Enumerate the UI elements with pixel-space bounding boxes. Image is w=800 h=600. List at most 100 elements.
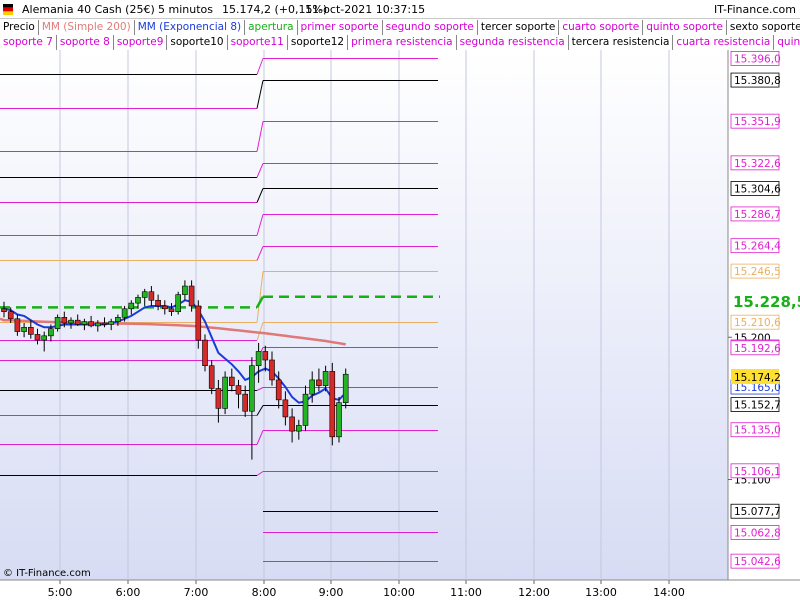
candle-body-43 [289, 416, 295, 432]
legend-item-r1-8[interactable]: quinto soporte [643, 20, 727, 35]
datetime-label: 11-oct-2021 10:37:15 [305, 3, 426, 16]
plot-area [0, 50, 728, 580]
candle-body-48 [322, 371, 329, 386]
candle-body-16 [108, 321, 114, 325]
candle-body-12 [81, 321, 88, 325]
x-tick-label-6: 11:00 [450, 586, 482, 599]
open-price-tag: 15.228,5 [733, 293, 800, 311]
candle-body-22 [148, 291, 155, 301]
price-tag-label-5: 15.304,6 [734, 183, 781, 195]
candle-body-10 [68, 319, 74, 324]
candle-body-32 [215, 388, 222, 409]
candle-body-28 [188, 285, 195, 307]
legend-row-2: soporte 7 soporte 8 soporte9 soporte10 sopor… [0, 35, 800, 50]
legend-item-r1-2[interactable]: MM (Exponencial 8) [134, 20, 246, 35]
candle-body-49 [329, 371, 336, 438]
legend-item-r1-9[interactable]: sexto soporte [726, 20, 800, 35]
title-bar: Alemania 40 Cash (25€) 5 minutos 15.174,… [0, 0, 800, 19]
legend-item-r1-3[interactable]: apertura [245, 20, 298, 35]
legend-item-r2-9[interactable]: cuarta resistencia [673, 35, 775, 50]
candle-body-15 [101, 322, 108, 325]
x-tick-label-8: 13:00 [585, 586, 617, 599]
legend-item-r2-7[interactable]: segunda resistencia [456, 35, 569, 50]
candle-body-20 [135, 297, 141, 304]
price-tag-label-13: 15.152,7 [734, 400, 781, 412]
legend-item-r2-6[interactable]: primera resistencia [348, 35, 457, 50]
instrument-name: Alemania 40 Cash (25€) [22, 3, 155, 16]
x-tick-label-3: 8:00 [252, 586, 277, 599]
candle-body-35 [235, 385, 242, 395]
legend-item-r2-5[interactable]: soporte12 [287, 35, 349, 50]
price-tag-label-8: 15.246,5 [734, 266, 781, 278]
candle-body-5 [34, 334, 41, 341]
candle-body-33 [222, 376, 228, 409]
candle-body-14 [95, 322, 101, 327]
x-tick-label-0: 5:00 [48, 586, 73, 599]
candle-body-23 [155, 299, 161, 307]
legend-item-r2-3[interactable]: soporte10 [167, 35, 228, 50]
candle-body-21 [141, 291, 148, 298]
candle-body-34 [229, 376, 235, 386]
legend-item-r2-8[interactable]: tercera resistencia [568, 35, 674, 50]
candle-body-9 [61, 317, 68, 324]
legend-item-r2-0[interactable]: soporte 7 [0, 35, 57, 50]
candle-body-24 [162, 305, 168, 310]
candle-body-18 [121, 308, 128, 318]
price-tag-label-17: 15.062,8 [734, 527, 781, 539]
x-tick-label-1: 6:00 [116, 586, 141, 599]
x-tick-label-4: 9:00 [319, 586, 344, 599]
price-tag-label-3: 15.351,9 [734, 116, 781, 128]
legend-item-r2-10[interactable]: quinta resistencia [774, 35, 800, 50]
candle-body-11 [74, 319, 81, 325]
candle-body-13 [88, 321, 94, 327]
candle-body-45 [302, 393, 309, 426]
candle-body-41 [275, 379, 282, 401]
legend-item-r2-2[interactable]: soporte9 [113, 35, 168, 50]
candle-body-27 [182, 285, 188, 295]
legend-item-r1-1[interactable]: MM (Simple 200) [38, 20, 135, 35]
legend-item-r2-1[interactable]: soporte 8 [56, 35, 114, 50]
legend-item-r1-0[interactable]: Precio [0, 20, 39, 35]
candle-body-36 [242, 393, 248, 412]
price-tag-label-18: 15.042,6 [734, 556, 781, 568]
price-tag-label-2: 15.380,8 [734, 75, 781, 87]
candle-body-50 [336, 402, 342, 438]
legend-row-1: Precio MM (Simple 200) MM (Exponencial 8) a… [0, 20, 800, 35]
legend-item-r1-5[interactable]: segundo soporte [382, 20, 478, 35]
price-tag-label-7: 15.264,4 [734, 241, 781, 253]
legend-item-r1-7[interactable]: cuarto soporte [559, 20, 644, 35]
candle-body-17 [115, 317, 121, 322]
x-tick-label-9: 14:00 [653, 586, 685, 599]
legend-item-r1-6[interactable]: tercer soporte [477, 20, 560, 35]
legend-item-r2-4[interactable]: soporte11 [227, 35, 288, 50]
candle-body-4 [27, 326, 34, 335]
price-tag-label-6: 15.286,7 [734, 209, 781, 221]
chart-canvas: 5:00 6:00 7:00 8:00 9:00 10:00 11:00 12:00 13:00… [0, 20, 800, 600]
candle-body-19 [128, 302, 135, 310]
candle-body-37 [249, 365, 255, 412]
candle-body-46 [309, 379, 316, 395]
germany-flag-icon [3, 4, 13, 15]
candle-body-47 [316, 379, 322, 386]
candle-body-0 [1, 308, 7, 312]
candle-body-2 [14, 318, 21, 332]
candle-body-31 [208, 365, 215, 389]
candle-body-7 [48, 328, 54, 337]
candle-body-8 [54, 317, 61, 330]
price-tag-label-4: 15.322,6 [734, 158, 781, 170]
candle-body-30 [202, 339, 208, 367]
x-tick-label-5: 10:00 [383, 586, 415, 599]
candle-body-3 [21, 326, 27, 332]
x-tick-label-2: 7:00 [184, 586, 209, 599]
x-tick-label-7: 12:00 [518, 586, 550, 599]
price-tag-label-16: 15.077,7 [734, 506, 781, 518]
timeframe-label: 5 minutos [158, 3, 213, 16]
price-tag-label-11: 15.192,6 [734, 343, 781, 355]
candle-body-1 [7, 311, 14, 320]
candle-body-44 [295, 425, 302, 432]
candle-body-42 [282, 399, 289, 418]
brand-label: IT-Finance.com [714, 3, 796, 16]
candle-body-38 [255, 351, 262, 367]
price-tag-label-15: 15.106,1 [734, 466, 781, 478]
legend-item-r1-4[interactable]: primer soporte [297, 20, 383, 35]
